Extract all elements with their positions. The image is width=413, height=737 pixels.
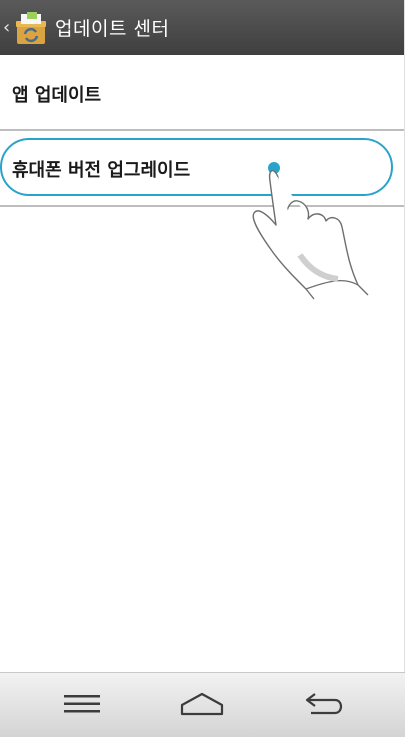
list-item-label: 휴대폰 버전 업그레이드 — [12, 160, 191, 181]
navigation-bar — [0, 672, 405, 737]
menu-icon[interactable] — [60, 687, 104, 721]
home-icon[interactable] — [180, 687, 224, 721]
list-item-label: 앱 업데이트 — [12, 85, 102, 106]
list-item-app-update[interactable]: 앱 업데이트 — [0, 58, 405, 130]
update-center-icon[interactable] — [13, 10, 49, 46]
pointing-hand-icon — [252, 162, 369, 300]
back-arrow-icon[interactable] — [302, 687, 346, 721]
page-title: 업데이트 센터 — [55, 18, 170, 40]
action-bar: ‹ 업데이트 센터 — [0, 0, 405, 55]
screen-edge — [404, 0, 413, 736]
chevron-left-icon[interactable]: ‹ — [3, 0, 13, 55]
